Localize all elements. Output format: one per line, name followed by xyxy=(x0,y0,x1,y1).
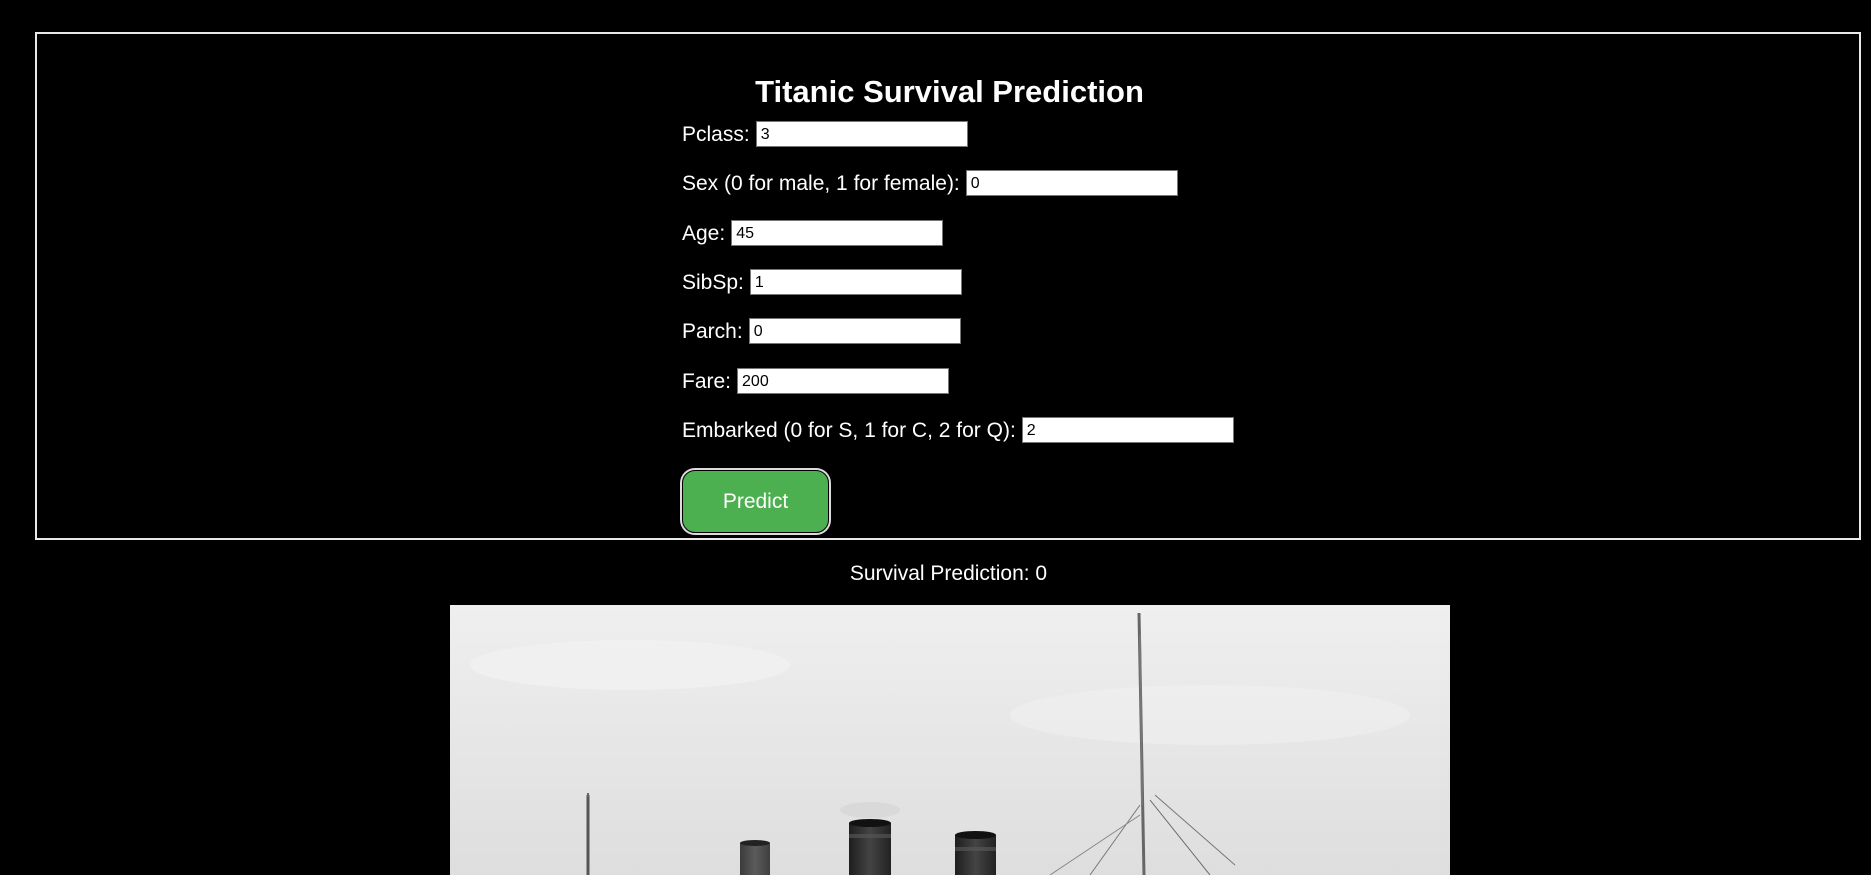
field-fare: Fare: xyxy=(682,368,950,394)
sibsp-input[interactable] xyxy=(749,269,962,295)
embarked-input[interactable] xyxy=(1021,417,1234,443)
sex-label: Sex (0 for male, 1 for female): xyxy=(682,171,960,195)
age-label: Age: xyxy=(682,221,726,245)
field-embarked: Embarked (0 for S, 1 for C, 2 for Q): xyxy=(682,417,1234,443)
parch-input[interactable] xyxy=(748,318,961,344)
pclass-input[interactable] xyxy=(755,121,968,147)
sibsp-label: SibSp: xyxy=(682,270,744,294)
survival-prediction-result: Survival Prediction: 0 xyxy=(849,562,1048,585)
age-input[interactable] xyxy=(731,220,944,246)
fare-input[interactable] xyxy=(737,368,950,394)
parch-label: Parch: xyxy=(682,319,743,343)
pclass-label: Pclass: xyxy=(682,122,750,146)
page-title: Titanic Survival Prediction xyxy=(755,74,1144,109)
field-sibsp: SibSp: xyxy=(682,269,962,295)
embarked-label: Embarked (0 for S, 1 for C, 2 for Q): xyxy=(682,418,1016,442)
field-age: Age: xyxy=(682,220,944,246)
titanic-ship-image xyxy=(450,605,1450,875)
field-sex: Sex (0 for male, 1 for female): xyxy=(682,170,1178,196)
titanic-ship-photo-icon xyxy=(450,605,1450,875)
field-parch: Parch: xyxy=(682,318,961,344)
predict-button[interactable]: Predict xyxy=(682,470,829,533)
field-pclass: Pclass: xyxy=(682,121,968,147)
fare-label: Fare: xyxy=(682,369,732,393)
sex-input[interactable] xyxy=(965,170,1178,196)
